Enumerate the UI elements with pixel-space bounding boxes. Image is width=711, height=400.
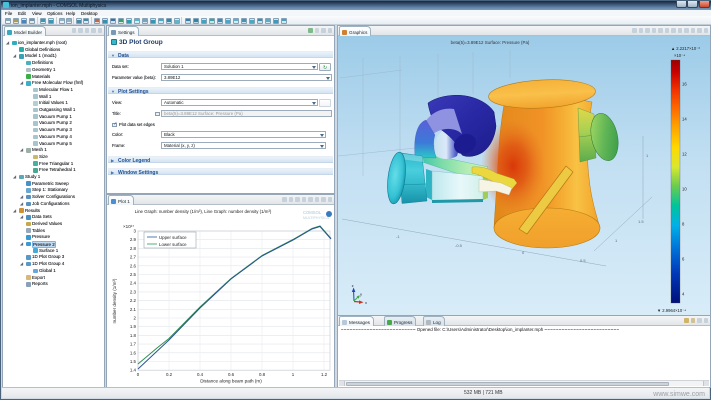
- svg-text:Upper surface: Upper surface: [159, 235, 187, 240]
- svg-text:beta(5)=3.89E12 Surface: Pre: beta(5)=3.89E12 Surface: Pressure (Pa): [451, 40, 530, 45]
- svg-text:Lower surface: Lower surface: [159, 242, 187, 247]
- svg-text:×10¹⁷: ×10¹⁷: [123, 224, 134, 229]
- svg-text:0.6: 0.6: [228, 372, 235, 377]
- svg-text:Distance along beam path (m): Distance along beam path (m): [200, 379, 262, 384]
- svg-text:0.4: 0.4: [197, 372, 204, 377]
- svg-text:1.2: 1.2: [321, 372, 328, 377]
- svg-text:2.9: 2.9: [130, 237, 137, 242]
- svg-text:1.6: 1.6: [130, 350, 137, 355]
- svg-text:2.7: 2.7: [130, 255, 137, 260]
- svg-text:2.8: 2.8: [130, 246, 137, 251]
- svg-text:1.9: 1.9: [130, 324, 137, 329]
- svg-text:10: 10: [682, 187, 687, 192]
- svg-text:0.5: 0.5: [580, 258, 586, 263]
- svg-text:2.5: 2.5: [130, 272, 137, 277]
- svg-text:0.2: 0.2: [166, 372, 173, 377]
- svg-text:1.5: 1.5: [638, 219, 644, 224]
- svg-text:number density (1/m³): number density (1/m³): [112, 278, 117, 323]
- svg-text:2.3: 2.3: [130, 289, 137, 294]
- svg-text:x: x: [365, 300, 367, 305]
- svg-text:Line Graph: number density (1/: Line Graph: number density (1/m³), Line …: [135, 209, 272, 214]
- svg-text:▲ 2.2217×10⁻³: ▲ 2.2217×10⁻³: [671, 46, 700, 51]
- svg-text:1.5: 1.5: [130, 359, 137, 364]
- svg-text:MULTIPHYSICS: MULTIPHYSICS: [303, 216, 330, 220]
- svg-text:1.4: 1.4: [130, 368, 137, 373]
- svg-text:0.8: 0.8: [259, 372, 266, 377]
- svg-text:1.8: 1.8: [130, 333, 137, 338]
- svg-text:14: 14: [682, 117, 687, 122]
- svg-text:▼ 2.9964×10⁻⁴: ▼ 2.9964×10⁻⁴: [657, 308, 686, 313]
- svg-text:z: z: [352, 283, 354, 288]
- svg-text:2.1: 2.1: [130, 307, 137, 312]
- svg-text:16: 16: [682, 82, 687, 87]
- svg-text:COMSOL: COMSOL: [303, 210, 322, 215]
- svg-text:1.7: 1.7: [130, 342, 137, 347]
- svg-text:12: 12: [682, 152, 687, 157]
- svg-text:2.4: 2.4: [130, 281, 137, 286]
- svg-text:-0.5: -0.5: [455, 243, 463, 248]
- svg-text:y: y: [360, 292, 362, 297]
- svg-text:2.6: 2.6: [130, 263, 137, 268]
- svg-text:2.2: 2.2: [130, 298, 137, 303]
- svg-text:×10⁻⁴: ×10⁻⁴: [674, 53, 685, 58]
